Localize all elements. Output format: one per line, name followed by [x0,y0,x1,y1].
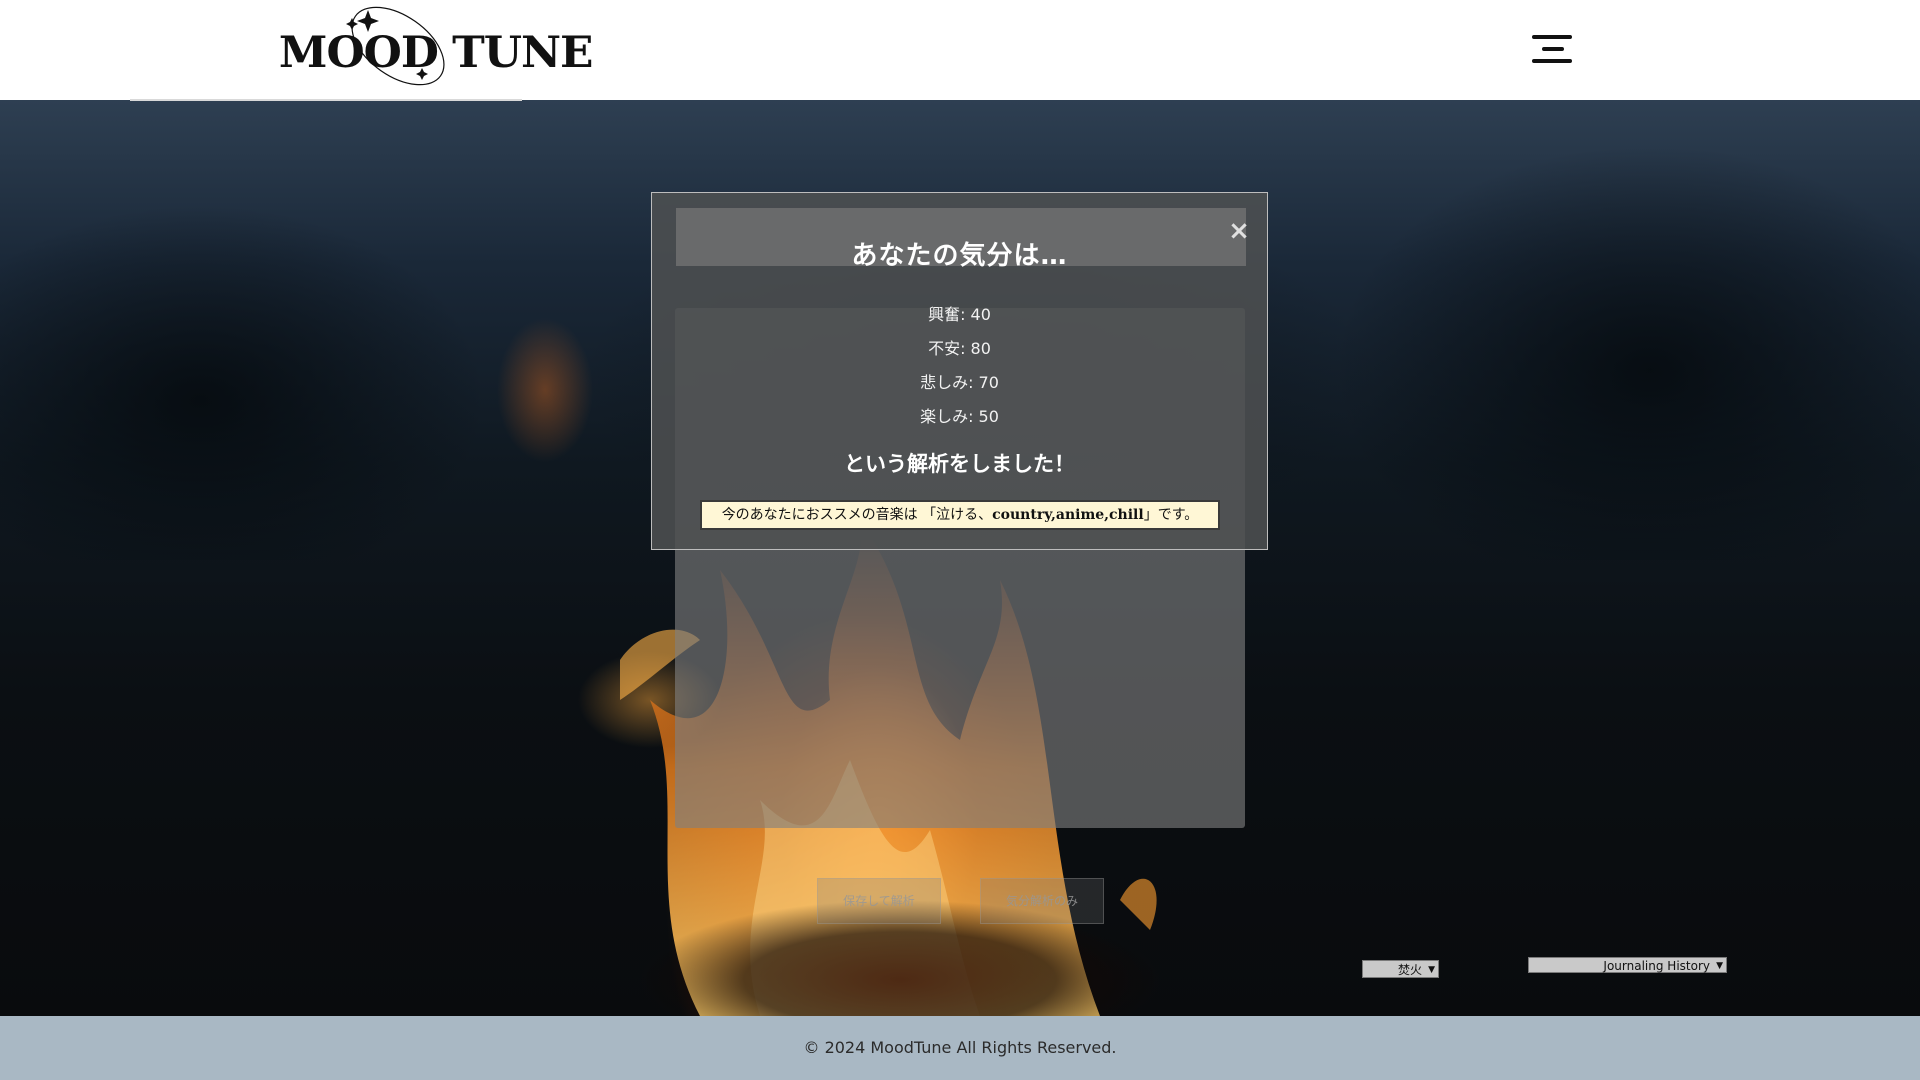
mood-result-modal: あなたの気分は… × 興奮: 40 不安: 80 悲しみ: 70 楽しみ: 50… [651,192,1268,550]
journaling-history-select[interactable]: Journaling History ▼ [1528,957,1727,973]
hamburger-menu-icon[interactable] [1532,33,1576,65]
recommended-genres: country,anime,chill [992,507,1144,523]
background-select[interactable]: 焚火 ▼ [1362,960,1439,978]
logo-wordmark: MOOD TUNE [278,28,594,78]
score-sadness: 悲しみ: 70 [920,373,999,392]
save-and-analyze-button[interactable]: 保存して解析 [817,878,941,924]
modal-title: あなたの気分は… [851,241,1068,271]
close-icon[interactable]: × [1228,218,1250,244]
score-enjoyment: 楽しみ: 50 [920,407,999,426]
header-divider [130,99,522,101]
analysis-result-message: という解析をしました！ [844,452,1075,476]
copyright-text: © 2024 MoodTune All Rights Reserved. [803,1038,1117,1057]
chevron-down-icon: ▼ [1428,965,1435,975]
moodtune-logo[interactable]: MOOD TUNE [279,0,593,92]
site-header: MOOD TUNE [0,0,1920,101]
score-excitement: 興奮: 40 [928,305,991,324]
music-recommendation: 今のあなたにおススメの音楽は 「泣ける、country,anime,chill」… [700,500,1220,530]
analyze-only-button[interactable]: 気分解析のみ [980,878,1104,924]
site-footer: © 2024 MoodTune All Rights Reserved. [0,1016,1920,1080]
chevron-down-icon: ▼ [1716,961,1723,971]
score-anxiety: 不安: 80 [928,339,991,358]
